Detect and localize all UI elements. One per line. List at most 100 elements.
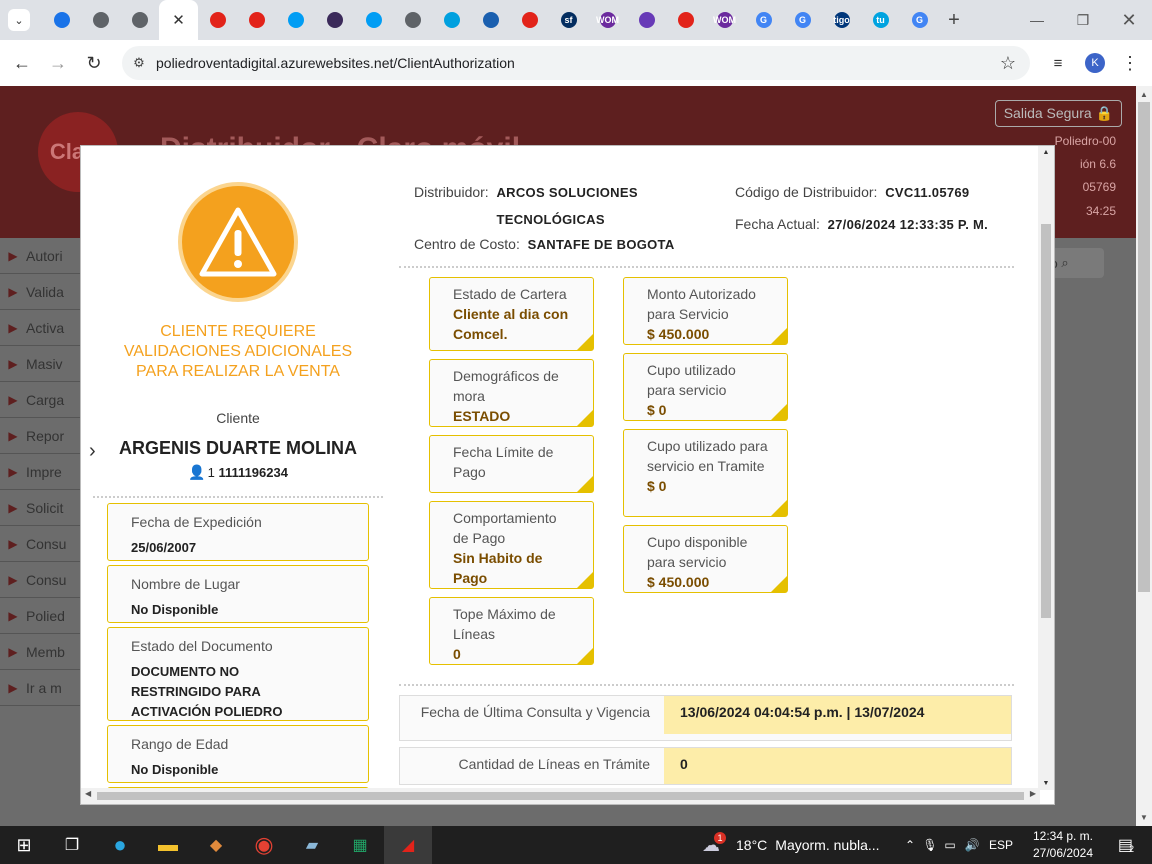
chevron-down-icon: ⌄ [14, 14, 24, 27]
browser-tab[interactable] [120, 0, 159, 40]
card-estado-cartera: Estado de Cartera Cliente al dia con Comc… [429, 277, 594, 351]
page-scrollbar[interactable]: ▲ ▼ [1136, 86, 1152, 826]
scroll-up-arrow[interactable]: ▲ [1136, 90, 1152, 99]
browser-tab[interactable] [354, 0, 393, 40]
card-monto-autorizado: Monto Autorizado para Servicio $ 450.000 [623, 277, 788, 345]
volume-icon[interactable]: 🔊 [960, 838, 984, 852]
profile-button[interactable]: K [1082, 40, 1108, 86]
menu-item[interactable]: ▶ Autori [0, 238, 80, 274]
scrollbar-thumb[interactable] [1138, 102, 1150, 592]
chevron-up-icon[interactable]: ⌃ [900, 838, 920, 852]
card-value: $ 450.000 [647, 574, 710, 590]
forward-button[interactable]: → [40, 53, 76, 74]
url-text[interactable]: poliedroventadigital.azurewebsites.net/C… [156, 55, 515, 71]
card-cupo-utilizado: Cupo utilizado para servicio $ 0 [623, 353, 788, 421]
client-id: 👤 1 1111196234 [101, 464, 375, 481]
browser-tab[interactable] [198, 0, 237, 40]
browser-tab[interactable] [432, 0, 471, 40]
notification-button[interactable]: ▤ 2 [1108, 826, 1144, 864]
card-value: No Disponible [131, 762, 219, 777]
browser-tab[interactable] [237, 0, 276, 40]
browser-tab[interactable] [315, 0, 354, 40]
menu-item[interactable]: ▶ Consu [0, 526, 80, 562]
browser-tab[interactable]: G [783, 0, 822, 40]
menu-item[interactable]: ▶ Repor [0, 418, 80, 454]
reload-button[interactable]: ↻ [76, 53, 112, 74]
browser-tab[interactable] [276, 0, 315, 40]
back-button[interactable]: ← [4, 53, 40, 74]
logout-button[interactable]: Salida Segura 🔒 [994, 100, 1122, 127]
menu-item[interactable]: ▶ Carga [0, 382, 80, 418]
clock-time: 12:34 p. m. [1032, 829, 1094, 843]
more-vert-icon: ⋮ [1121, 52, 1139, 73]
scrollbar-thumb[interactable] [1041, 224, 1051, 618]
taskbar-app[interactable]: ◆ [192, 826, 240, 864]
scroll-down-arrow[interactable]: ▼ [1038, 780, 1054, 787]
language-indicator[interactable]: ESP [984, 838, 1018, 852]
media-control-button[interactable]: ≡ [1044, 40, 1072, 86]
menu-item[interactable]: ▶ Masiv [0, 346, 80, 382]
menu-item[interactable]: ▶ Memb [0, 634, 80, 670]
restore-button[interactable]: ❐ [1060, 0, 1106, 40]
microphone-icon[interactable]: 🎙 [920, 838, 940, 852]
browser-tab[interactable] [666, 0, 705, 40]
clock[interactable]: 12:34 p. m. 27/06/2024 [1028, 828, 1098, 862]
site-info-icon[interactable]: ⚙ [122, 55, 156, 71]
weather-widget[interactable]: ☁ 1 18°C Mayorm. nubla... [702, 826, 880, 864]
modal-horizontal-scrollbar[interactable]: ◀ ▶ [81, 788, 1040, 804]
browser-tab[interactable]: sf [549, 0, 588, 40]
browser-tab[interactable]: G [900, 0, 939, 40]
bookmark-star-icon[interactable]: ☆ [1000, 53, 1016, 74]
search-icon[interactable]: ⌕ [1061, 255, 1068, 271]
menu-item[interactable]: ▶ Impre [0, 454, 80, 490]
browser-tab[interactable]: tigo [822, 0, 861, 40]
close-icon[interactable]: ✕ [172, 11, 185, 29]
task-view-button[interactable]: ❐ [48, 826, 96, 864]
browser-tab[interactable] [510, 0, 549, 40]
browser-tab[interactable] [627, 0, 666, 40]
taskbar-chrome[interactable]: ◉ [240, 826, 288, 864]
browser-tab[interactable]: ✕ [159, 0, 198, 40]
scroll-right-arrow[interactable]: ▶ [1030, 789, 1036, 798]
taskbar-edge[interactable]: ● [96, 826, 144, 864]
menu-item[interactable]: ▶ Polied [0, 598, 80, 634]
taskbar-active-app[interactable]: ◢ [384, 826, 432, 864]
tab-search-button[interactable]: ⌄ [8, 9, 30, 31]
taskbar-excel[interactable]: ▦ [336, 826, 384, 864]
chevron-right-icon[interactable]: › [89, 440, 96, 463]
taskbar-explorer[interactable]: ▬ [144, 826, 192, 864]
browser-tab[interactable] [471, 0, 510, 40]
menu-item[interactable]: ▶ Solicit [0, 490, 80, 526]
menu-item[interactable]: ▶ Consu [0, 562, 80, 598]
scroll-down-arrow[interactable]: ▼ [1136, 813, 1152, 822]
taskbar-notes[interactable]: ▰ [288, 826, 336, 864]
card-value: $ 0 [647, 402, 667, 418]
minimize-button[interactable]: — [1014, 0, 1060, 40]
browser-tab[interactable] [393, 0, 432, 40]
scroll-up-arrow[interactable]: ▲ [1038, 149, 1054, 156]
new-tab-button[interactable]: + [939, 9, 969, 32]
browser-tab[interactable]: tu [861, 0, 900, 40]
scrollbar-thumb[interactable] [97, 792, 1024, 800]
browser-tab[interactable]: G [744, 0, 783, 40]
wom-icon: WOM [596, 12, 619, 28]
scroll-left-arrow[interactable]: ◀ [85, 789, 91, 798]
corner-marker [771, 328, 787, 344]
browser-tab[interactable] [42, 0, 81, 40]
browser-tab[interactable]: WOM [588, 0, 627, 40]
menu-item[interactable]: ▶ Valida [0, 274, 80, 310]
weather-temp: 18°C [736, 837, 768, 853]
browser-tab[interactable]: WOM [705, 0, 744, 40]
menu-item[interactable]: ▶ Ir a m [0, 670, 80, 706]
menu-item[interactable]: ▶ Activa [0, 310, 80, 346]
menu-item-label: Polied [26, 607, 65, 624]
start-button[interactable]: ⊞ [0, 826, 48, 864]
menu-button[interactable]: ⋮ [1118, 40, 1142, 86]
globe-icon [92, 12, 109, 28]
network-icon[interactable]: ▭ [940, 838, 960, 852]
browser-tab[interactable] [81, 0, 120, 40]
distribuidor-value: ARCOS SOLUCIONES TECNOLÓGICAS [496, 185, 638, 227]
modal-vertical-scrollbar[interactable]: ▲ ▼ [1038, 146, 1054, 790]
address-bar[interactable]: ⚙ poliedroventadigital.azurewebsites.net… [122, 46, 1030, 80]
close-window-button[interactable]: ✕ [1106, 0, 1152, 40]
